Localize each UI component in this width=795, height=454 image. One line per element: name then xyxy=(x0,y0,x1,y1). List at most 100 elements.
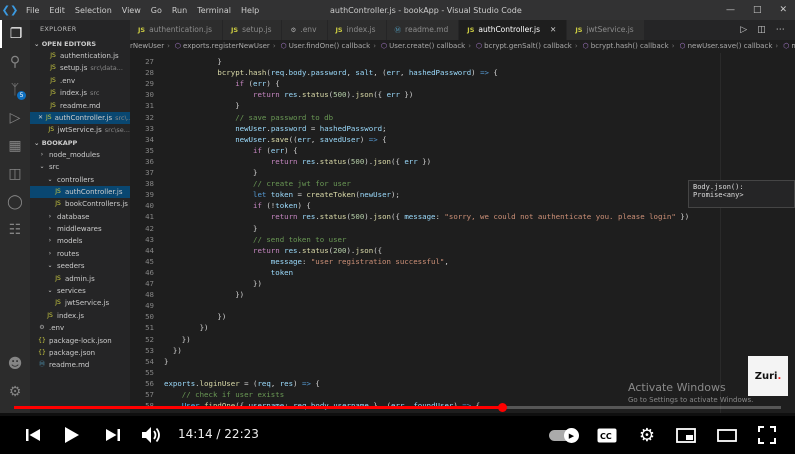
source-control-icon[interactable]: ᛉ5 xyxy=(0,76,30,104)
open-editor-item[interactable]: JS .env xyxy=(30,75,130,87)
maximize-icon[interactable]: □ xyxy=(753,5,762,15)
open-editors-header[interactable]: ⌄ OPEN EDITORS xyxy=(30,38,130,50)
docker-icon[interactable]: ☷ xyxy=(0,216,30,244)
code-line[interactable]: 44 return res.status(200).json({ xyxy=(130,245,720,256)
code-line[interactable]: 31 } xyxy=(130,100,720,111)
code-line[interactable]: 53 }) xyxy=(130,345,720,356)
tab--env[interactable]: ⚙ .env xyxy=(282,20,328,40)
breadcrumb-item[interactable]: bcrypt.genSalt() callback xyxy=(484,42,572,50)
more-actions-icon[interactable]: ⋯ xyxy=(776,25,785,35)
captions-icon[interactable]: CC xyxy=(595,416,619,454)
code-line[interactable]: 30 return res.status(500).json({ err }) xyxy=(130,89,720,100)
breadcrumb-item[interactable]: User.create() callback xyxy=(389,42,465,50)
code-line[interactable]: 54} xyxy=(130,356,720,367)
run-debug-icon[interactable]: ▷ xyxy=(0,104,30,132)
tree-item[interactable]: › routes xyxy=(30,248,130,260)
code-line[interactable]: 52 }) xyxy=(130,334,720,345)
tab-jwtservice-js[interactable]: JS jwtService.js xyxy=(567,20,645,40)
previous-icon[interactable] xyxy=(22,416,44,454)
menu-edit[interactable]: Edit xyxy=(49,6,65,15)
tab-authentication-js[interactable]: JS authentication.js xyxy=(130,20,224,40)
breadcrumb-item[interactable]: bcrypt.hash() callback xyxy=(591,42,669,50)
code-line[interactable]: 51 }) xyxy=(130,322,720,333)
breadcrumb-item[interactable]: newUser.save() callback xyxy=(688,42,773,50)
code-line[interactable]: 27 } xyxy=(130,56,720,67)
breadcrumb-item[interactable]: exports.registerNewUser xyxy=(183,42,270,50)
tree-item[interactable]: ⌄ services xyxy=(30,285,130,297)
tree-item[interactable]: JS authController.js xyxy=(30,185,130,199)
close-icon[interactable]: ✕ xyxy=(38,112,43,124)
autoplay-toggle[interactable]: ▶ xyxy=(549,428,579,443)
code-line[interactable]: 32 // save password to db xyxy=(130,112,720,123)
search-icon[interactable]: ⚲ xyxy=(0,48,30,76)
open-editor-item[interactable]: JS setup.js src\data... xyxy=(30,62,130,74)
code-line[interactable]: 37 } xyxy=(130,167,720,178)
menu-file[interactable]: File xyxy=(26,6,39,15)
tree-item[interactable]: JS index.js xyxy=(30,310,130,322)
code-line[interactable]: 36 return res.status(500).json({ err }) xyxy=(130,156,720,167)
play-icon[interactable] xyxy=(60,416,84,454)
tree-item[interactable]: › node_modules xyxy=(30,149,130,161)
menu-run[interactable]: Run xyxy=(172,6,187,15)
code-line[interactable]: 41 return res.status(500).json({ message… xyxy=(130,211,720,222)
tree-item[interactable]: JS jwtService.js xyxy=(30,297,130,309)
tree-item[interactable]: {} package.json xyxy=(30,347,130,359)
tree-item[interactable]: ⌄ seeders xyxy=(30,260,130,272)
code-line[interactable]: 50 }) xyxy=(130,311,720,322)
extensions-icon[interactable]: ▦ xyxy=(0,132,30,160)
tab-readme-md[interactable]: Ⓜreadme.md xyxy=(386,20,460,40)
code-line[interactable]: 49 xyxy=(130,300,720,311)
open-editor-item[interactable]: JS jwtService.js src\se... xyxy=(30,124,130,136)
account-icon[interactable]: ☻ xyxy=(0,350,30,378)
tree-item[interactable]: › models xyxy=(30,235,130,247)
tab-close-icon[interactable]: ✕ xyxy=(550,20,556,40)
run-icon[interactable]: ▷ xyxy=(740,25,747,35)
menu-selection[interactable]: Selection xyxy=(75,6,112,15)
code-line[interactable]: 38 // create jwt for user xyxy=(130,178,720,189)
minimize-icon[interactable]: — xyxy=(726,5,735,15)
tab-authcontroller-js[interactable]: JS authController.js ✕ xyxy=(459,20,568,40)
menu-terminal[interactable]: Terminal xyxy=(197,6,231,15)
open-editor-item[interactable]: JS authentication.js xyxy=(30,50,130,62)
code-line[interactable]: 55 xyxy=(130,367,720,378)
code-line[interactable]: 45 message: "user registration successfu… xyxy=(130,256,720,267)
tree-item[interactable]: › middlewares xyxy=(30,223,130,235)
tree-item[interactable]: JS bookControllers.js xyxy=(30,198,130,210)
tree-item[interactable]: Ⓜreadme.md xyxy=(30,359,130,371)
tree-item[interactable]: ⌄ controllers xyxy=(30,174,130,186)
manage-gear-icon[interactable]: ⚙ xyxy=(0,378,30,406)
next-icon[interactable] xyxy=(102,416,124,454)
testing-icon[interactable]: ◯ xyxy=(0,188,30,216)
menu-help[interactable]: Help xyxy=(241,6,259,15)
code-line[interactable]: 47 }) xyxy=(130,278,720,289)
code-line[interactable]: 34 newUser.save((err, savedUser) => { xyxy=(130,134,720,145)
project-header[interactable]: ⌄ BOOKAPP xyxy=(30,137,130,149)
code-line[interactable]: 35 if (err) { xyxy=(130,145,720,156)
tree-item[interactable]: JS admin.js xyxy=(30,273,130,285)
code-editor[interactable]: 27 } 28 bcrypt.hash(req.body.password, sa… xyxy=(130,53,720,416)
code-line[interactable]: 33 newUser.password = hashedPassword; xyxy=(130,123,720,134)
code-line[interactable]: 43 // send token to user xyxy=(130,234,720,245)
code-line[interactable]: 48 }) xyxy=(130,289,720,300)
progress-scrubber[interactable] xyxy=(497,403,507,412)
breadcrumb-item[interactable]: message xyxy=(791,42,795,50)
tab-setup-js[interactable]: JS setup.js xyxy=(223,20,283,40)
open-editor-item[interactable]: JS readme.md xyxy=(30,100,130,112)
fullscreen-icon[interactable] xyxy=(756,416,778,454)
menu-go[interactable]: Go xyxy=(151,6,162,15)
miniplayer-icon[interactable] xyxy=(674,416,698,454)
video-progress-bar[interactable] xyxy=(14,403,781,412)
split-editor-icon[interactable]: ◫ xyxy=(757,25,766,35)
explorer-icon[interactable]: ❐ xyxy=(0,20,30,48)
code-line[interactable]: 39 let token = createToken(newUser); xyxy=(130,189,720,200)
code-line[interactable]: 46 token xyxy=(130,267,720,278)
settings-icon[interactable]: ⚙ xyxy=(636,416,658,454)
volume-icon[interactable] xyxy=(140,416,164,454)
theater-icon[interactable] xyxy=(715,416,739,454)
tree-item[interactable]: › database xyxy=(30,211,130,223)
code-line[interactable]: 42 } xyxy=(130,223,720,234)
open-editor-item[interactable]: JS index.js src xyxy=(30,87,130,99)
close-icon[interactable]: ✕ xyxy=(779,5,787,15)
menu-view[interactable]: View xyxy=(122,6,141,15)
tree-item[interactable]: ⚙ .env xyxy=(30,322,130,334)
